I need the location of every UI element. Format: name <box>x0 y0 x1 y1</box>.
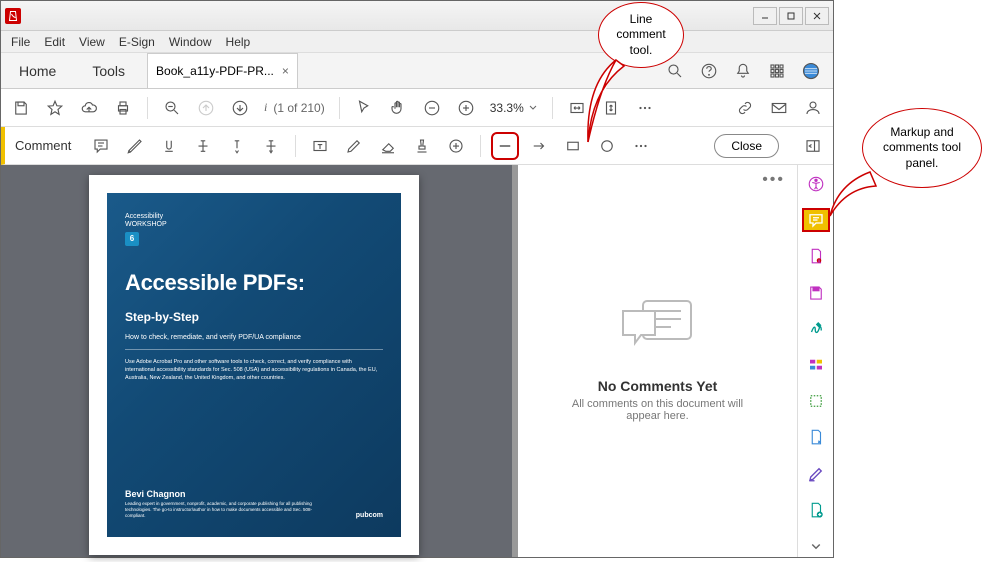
more-view-icon[interactable] <box>635 98 655 118</box>
cover-subtitle2: How to check, remediate, and verify PDF/… <box>125 334 383 341</box>
cover-publisher: pubcom <box>356 512 383 519</box>
document-page: Accessibility WORKSHOP 6 Accessible PDFs… <box>89 175 419 555</box>
comment-toolbar-label: Comment <box>15 138 71 153</box>
protect-icon[interactable] <box>803 426 829 448</box>
help-icon[interactable] <box>699 61 719 81</box>
pointer-icon[interactable] <box>354 98 374 118</box>
empty-comments-icon <box>613 289 703 359</box>
close-window-button[interactable] <box>805 7 829 25</box>
annotation-markup-panel: Markup and comments tool panel. <box>862 108 982 188</box>
nav-home[interactable]: Home <box>1 53 74 88</box>
edit-icon[interactable] <box>803 463 829 485</box>
pencil-icon[interactable] <box>344 136 364 156</box>
add-page-icon[interactable] <box>803 499 829 521</box>
annotation-line-tool: Line comment tool. <box>598 2 684 68</box>
attach-icon[interactable] <box>446 136 466 156</box>
organize-icon[interactable] <box>803 354 829 376</box>
minimize-button[interactable] <box>753 7 777 25</box>
maximize-button[interactable] <box>779 7 803 25</box>
export-pdf-icon[interactable]: ! <box>803 245 829 267</box>
star-icon[interactable] <box>45 98 65 118</box>
document-tab[interactable]: Book_a11y-PDF-PR... × <box>147 53 298 88</box>
page-info: i (1 of 210) <box>264 100 325 115</box>
stamp-icon[interactable] <box>412 136 432 156</box>
annotation-markup-panel-text: Markup and comments tool panel. <box>877 125 967 172</box>
cover-subtitle: Step-by-Step <box>125 310 383 324</box>
cover-title: Accessible PDFs: <box>125 270 383 296</box>
insert-text-icon[interactable] <box>227 136 247 156</box>
rectangle-tool-icon[interactable] <box>563 136 583 156</box>
menu-file[interactable]: File <box>11 35 30 49</box>
menu-window[interactable]: Window <box>169 35 212 49</box>
save-file-icon[interactable] <box>803 282 829 304</box>
expand-panel-icon[interactable] <box>803 136 823 156</box>
comments-empty-desc: All comments on this document will appea… <box>558 398 758 422</box>
page-up-icon[interactable] <box>196 98 216 118</box>
text-box-icon[interactable] <box>310 136 330 156</box>
zoom-in-icon[interactable] <box>456 98 476 118</box>
email-icon[interactable] <box>769 98 789 118</box>
eraser-icon[interactable] <box>378 136 398 156</box>
document-cover: Accessibility WORKSHOP 6 Accessible PDFs… <box>107 193 401 537</box>
bell-icon[interactable] <box>733 61 753 81</box>
zoom-select[interactable]: 33.3% <box>490 101 538 115</box>
profile-icon[interactable] <box>801 61 821 81</box>
page-count: (1 of 210) <box>273 101 324 115</box>
cover-description: Use Adobe Acrobat Pro and other software… <box>125 358 383 383</box>
comments-tool-icon[interactable] <box>803 209 829 231</box>
arrow-tool-icon[interactable] <box>529 136 549 156</box>
app-window: File Edit View E-Sign Window Help Home T… <box>0 0 834 558</box>
cover-badge-line2: WORKSHOP <box>125 221 383 229</box>
chevron-down-icon[interactable] <box>803 535 829 557</box>
account-icon[interactable] <box>803 98 823 118</box>
page-down-icon[interactable] <box>230 98 250 118</box>
menu-help[interactable]: Help <box>226 35 251 49</box>
cover-author-desc: Leading expert in government, nonprofit,… <box>125 501 325 519</box>
crop-icon[interactable] <box>803 390 829 412</box>
sign-icon[interactable] <box>803 318 829 340</box>
hand-icon[interactable] <box>388 98 408 118</box>
print-icon[interactable] <box>113 98 133 118</box>
save-icon[interactable] <box>11 98 31 118</box>
comments-panel: ••• No Comments Yet All comments on this… <box>512 165 797 557</box>
accessibility-icon[interactable] <box>803 173 829 195</box>
view-toolbar: i (1 of 210) 33.3% <box>1 89 833 127</box>
line-tool-icon[interactable] <box>495 136 515 156</box>
zoom-out-magnifier-icon[interactable] <box>162 98 182 118</box>
cloud-icon[interactable] <box>79 98 99 118</box>
close-comment-toolbar-button[interactable]: Close <box>714 134 779 158</box>
tabs-row: Home Tools Book_a11y-PDF-PR... × <box>1 53 833 89</box>
comment-toolbar: Comment Close <box>1 127 833 165</box>
menu-edit[interactable]: Edit <box>44 35 65 49</box>
titlebar <box>1 1 833 31</box>
menubar: File Edit View E-Sign Window Help <box>1 31 833 53</box>
fit-width-icon[interactable] <box>567 98 587 118</box>
menu-view[interactable]: View <box>79 35 105 49</box>
menu-esign[interactable]: E-Sign <box>119 35 155 49</box>
replace-text-icon[interactable] <box>261 136 281 156</box>
document-tab-close[interactable]: × <box>282 64 289 78</box>
document-tab-title: Book_a11y-PDF-PR... <box>156 64 274 78</box>
grid-icon[interactable] <box>767 61 787 81</box>
highlight-icon[interactable] <box>125 136 145 156</box>
comments-panel-options-icon[interactable]: ••• <box>762 171 785 189</box>
cover-badge-line1: Accessibility <box>125 213 383 221</box>
window-controls <box>753 7 829 25</box>
annotation-line-tool-text: Line comment tool. <box>613 12 669 59</box>
annotation-markup-panel-tail <box>828 164 878 224</box>
nav-tools[interactable]: Tools <box>74 53 143 88</box>
link-share-icon[interactable] <box>735 98 755 118</box>
acrobat-icon <box>5 8 21 24</box>
comments-empty-title: No Comments Yet <box>558 378 758 394</box>
zoom-value: 33.3% <box>490 101 524 115</box>
zoom-out-icon[interactable] <box>422 98 442 118</box>
strikethrough-icon[interactable] <box>193 136 213 156</box>
sticky-note-icon[interactable] <box>91 136 111 156</box>
page-number[interactable]: i <box>264 100 267 115</box>
cover-author: Bevi Chagnon <box>125 489 383 499</box>
more-shapes-icon[interactable] <box>631 136 651 156</box>
underline-icon[interactable] <box>159 136 179 156</box>
annotation-line-tool-tail <box>586 54 626 144</box>
cover-badge-number: 6 <box>125 232 139 246</box>
